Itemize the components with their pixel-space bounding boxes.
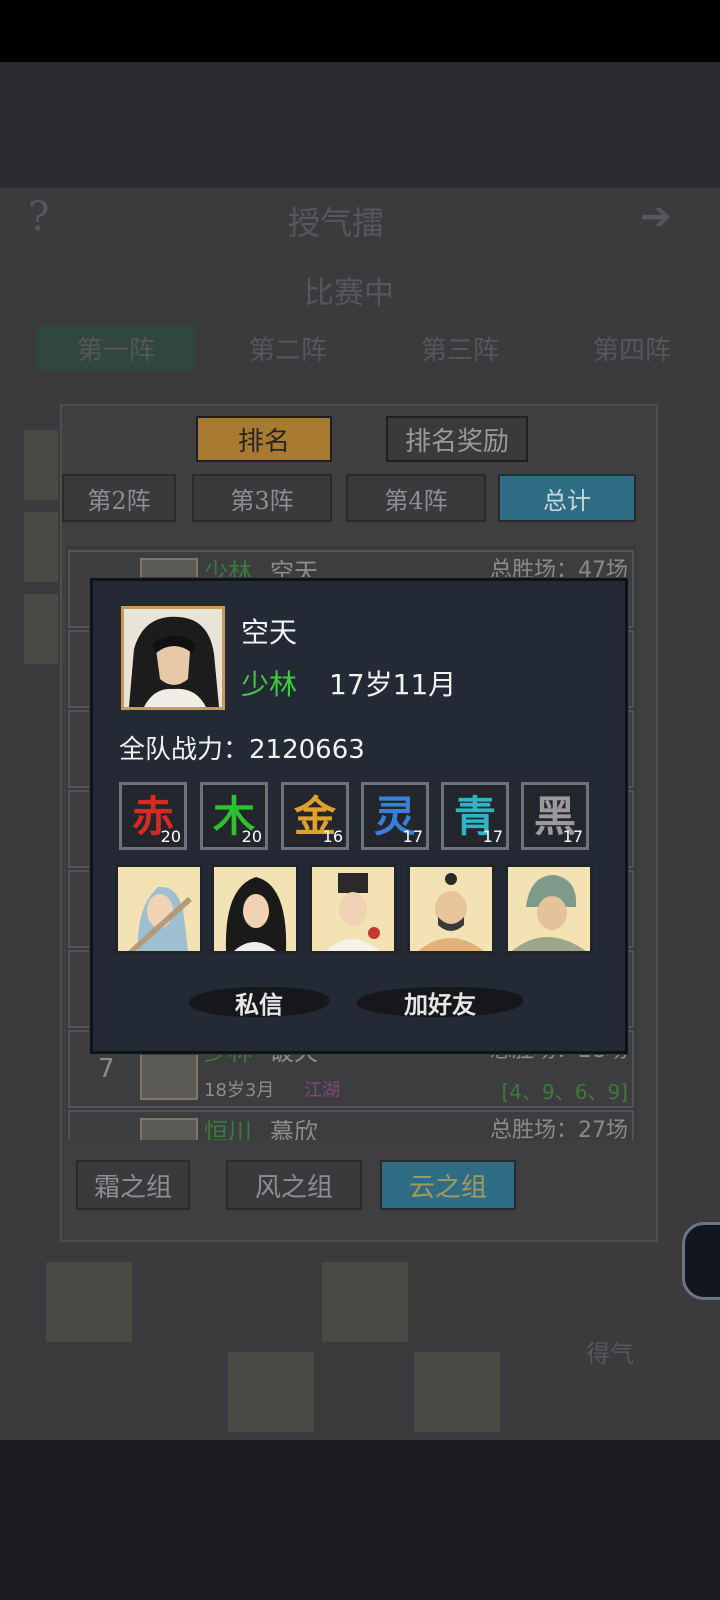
team-power: 全队战力：2120663 [119,735,365,765]
message-button-label: 私信 [235,989,283,1019]
row-sect: 恒川 [204,1118,252,1140]
navigation-bar [0,1440,720,1600]
bg-label: 得气 [586,1340,634,1368]
element-ling[interactable]: 灵 17 [361,782,429,850]
group-cloud[interactable]: 云之组 [380,1160,516,1210]
row-tag: 江湖 [304,1080,340,1101]
element-level: 20 [241,827,262,846]
player-age: 17岁11月 [329,668,457,701]
row-record: [4、9、6、9] [501,1080,628,1104]
element-level: 16 [322,827,343,846]
element-mu[interactable]: 木 20 [200,782,268,850]
message-button[interactable]: 私信 [189,977,329,1027]
table-row[interactable]: 恒川 慕欣 总胜场：27场 [68,1110,634,1140]
help-icon[interactable]: ? [28,194,49,240]
team-hero-3[interactable] [309,864,397,954]
bg-avatar [24,430,58,500]
element-level: 17 [402,827,423,846]
tab-formation-2[interactable]: 第2阵 [62,474,176,522]
arrow-right-icon[interactable]: ➔ [640,194,672,238]
bg-avatar [46,1262,132,1342]
element-level: 17 [482,827,503,846]
player-sect: 少林 [241,668,298,701]
bg-avatar [414,1352,500,1432]
team-hero-2[interactable] [211,864,299,954]
team-hero-4[interactable] [407,864,495,954]
bg-avatar [24,594,58,664]
row-name: 慕欣 [270,1118,318,1140]
group-wind[interactable]: 风之组 [226,1160,362,1210]
tab-total[interactable]: 总计 [498,474,636,522]
tab-formation-3[interactable]: 第3阵 [192,474,332,522]
bg-avatar [228,1352,314,1432]
row-rank: 7 [98,1054,115,1084]
row-age: 18岁3月 [204,1080,275,1101]
row-wins: 总胜场：27场 [490,1118,628,1140]
element-level: 20 [160,827,181,846]
element-level: 17 [562,827,583,846]
bg-avatar [322,1262,408,1342]
element-qing[interactable]: 青 17 [441,782,509,850]
add-friend-button[interactable]: 加好友 [357,977,523,1027]
group-frost[interactable]: 霜之组 [76,1160,190,1210]
element-jin[interactable]: 金 16 [281,782,349,850]
page-title: 授气擂 [288,204,385,242]
avatar [140,1118,198,1140]
player-portrait [121,606,225,710]
tab-formation-4[interactable]: 第4阵 [346,474,486,522]
player-name: 空天 [241,616,298,649]
add-friend-button-label: 加好友 [404,989,476,1019]
match-status: 比赛中 [304,276,394,311]
bg-tab-3[interactable]: 第三阵 [380,326,540,370]
bg-avatar [24,512,58,582]
rank-button[interactable]: 排名 [196,416,332,462]
rank-reward-button[interactable]: 排名奖励 [386,416,528,462]
status-bar [0,0,720,62]
team-hero-1[interactable] [115,864,203,954]
element-chi[interactable]: 赤 20 [119,782,187,850]
side-scroll-icon[interactable] [682,1222,720,1300]
team-hero-5[interactable] [505,864,593,954]
element-hei[interactable]: 黑 17 [521,782,589,850]
bg-tab-1[interactable]: 第一阵 [36,326,196,370]
bg-tab-4[interactable]: 第四阵 [552,326,712,370]
player-profile-popup: 空天 少林 17岁11月 全队战力：2120663 赤 20 木 20 金 16… [90,578,628,1054]
bg-tab-2[interactable]: 第二阵 [208,326,368,370]
